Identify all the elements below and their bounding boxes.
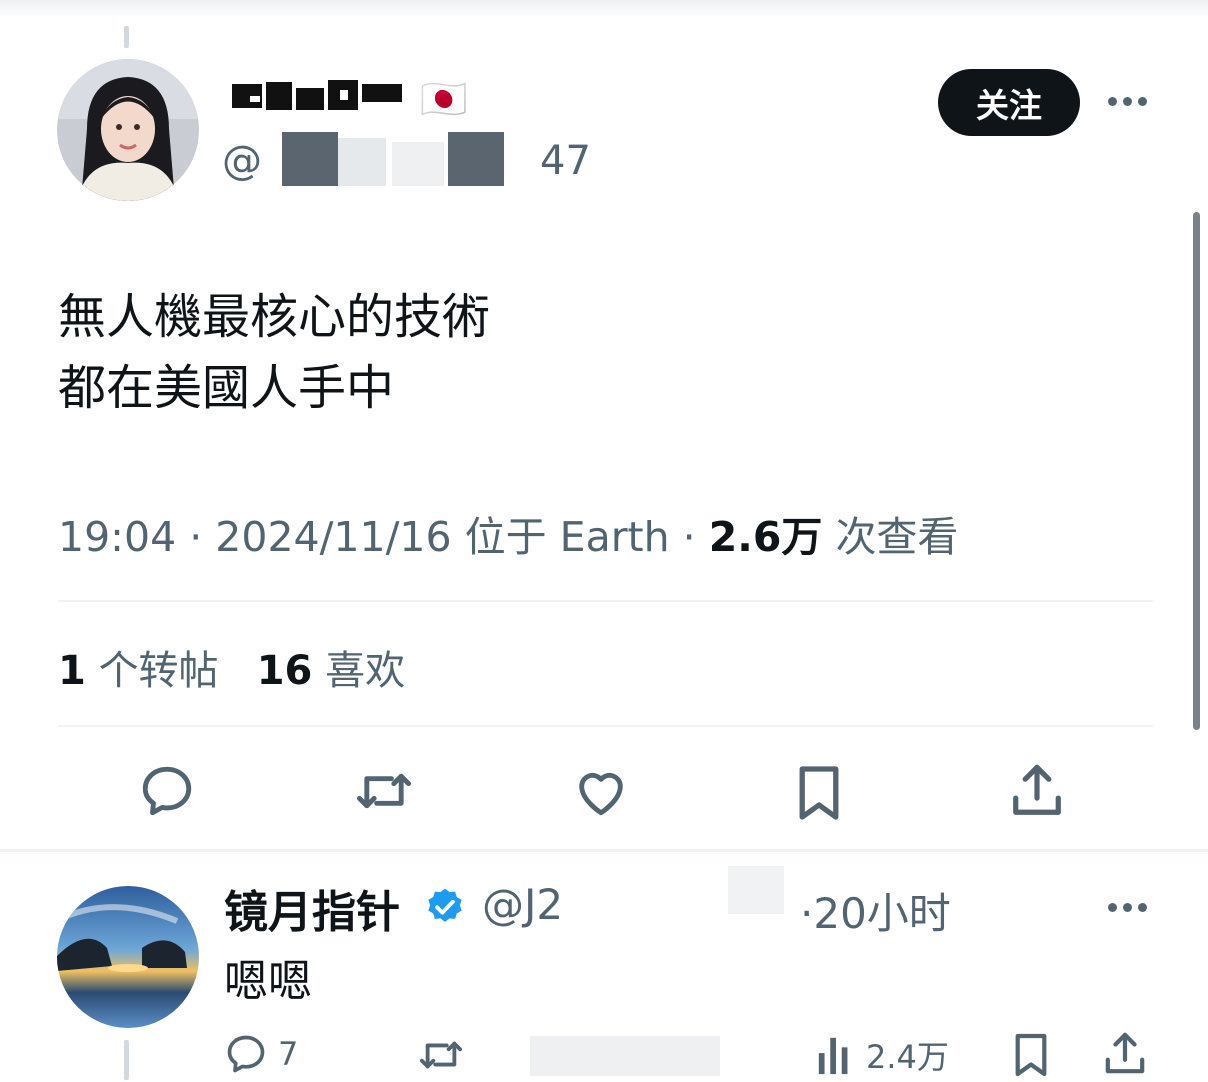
divider [58, 600, 1153, 602]
redacted-reply-handle [728, 866, 784, 914]
more-icon[interactable] [1108, 97, 1147, 106]
reply-author-avatar[interactable] [57, 886, 199, 1028]
reply-icon [227, 1035, 265, 1073]
views-label: 次查看 [835, 513, 959, 561]
tweet-date[interactable]: 2024/11/16 [215, 513, 451, 561]
scrollbar[interactable] [1193, 212, 1200, 730]
likes-label: 喜欢 [325, 648, 406, 694]
likes-count: 16 [256, 648, 313, 694]
country-flag: 🇯🇵 [420, 77, 468, 121]
reply-bookmark-icon[interactable] [1012, 1032, 1050, 1082]
redacted-reply-like [530, 1036, 720, 1076]
handle-prefix: @ [222, 138, 262, 184]
redacted-handle-2 [338, 138, 386, 186]
redacted-handle-1 [282, 132, 338, 186]
follow-button[interactable]: 关注 [938, 69, 1080, 136]
tweet-text: 無人機最核心的技術 都在美國人手中 [58, 282, 490, 424]
thread-line-bottom [124, 1040, 129, 1080]
thread-line-top [124, 26, 129, 48]
reply-reply-count: 7 [278, 1035, 299, 1073]
divider [58, 725, 1153, 727]
reply-author-handle[interactable]: @J2 [482, 880, 563, 929]
reply-more-icon[interactable] [1108, 903, 1147, 912]
reply-author-name[interactable]: 镜月指针 [224, 876, 400, 940]
like-icon[interactable] [572, 764, 630, 822]
reply-time[interactable]: ·20小时 [800, 880, 951, 941]
reposts-count: 1 [58, 648, 86, 694]
views-count: 2.6万 [708, 513, 823, 561]
views-icon [818, 1037, 848, 1075]
reposts-label: 个转帖 [98, 648, 219, 694]
verified-badge-icon [424, 886, 466, 932]
redacted-handle-3 [392, 142, 444, 186]
repost-icon[interactable] [353, 764, 415, 822]
tweet-text-line-2: 都在美國人手中 [58, 360, 395, 416]
reply-views-count: 2.4万 [866, 1038, 949, 1076]
reply-views-button[interactable]: 2.4万 [816, 1032, 949, 1078]
tweet-location: 位于 Earth [464, 513, 670, 561]
bookmark-icon[interactable] [795, 764, 843, 826]
reply-text: 嗯嗯 [224, 956, 312, 1007]
top-fade [0, 0, 1208, 18]
share-icon[interactable] [1011, 762, 1063, 824]
engagement-stats: 1 个转帖 16 喜欢 [58, 638, 405, 696]
reply-reply-button[interactable]: 7 [224, 1032, 298, 1076]
reposts-stat[interactable]: 1 个转帖 [58, 648, 219, 694]
reply-repost-icon[interactable] [416, 1034, 466, 1080]
tweet-time[interactable]: 19:04 [58, 513, 176, 561]
redacted-name [232, 80, 402, 110]
redacted-handle-4 [448, 132, 504, 186]
tweet-text-line-1: 無人機最核心的技術 [58, 289, 491, 345]
handle-suffix: 47 [540, 138, 591, 184]
tweet-meta: 19:04 · 2024/11/16 位于 Earth · 2.6万 次查看 [58, 513, 959, 561]
reply-share-icon[interactable] [1104, 1030, 1146, 1082]
section-divider [0, 849, 1208, 852]
likes-stat[interactable]: 16 喜欢 [257, 648, 405, 694]
author-name[interactable] [230, 78, 405, 118]
author-avatar[interactable] [57, 59, 199, 201]
reply-icon[interactable] [138, 762, 196, 824]
